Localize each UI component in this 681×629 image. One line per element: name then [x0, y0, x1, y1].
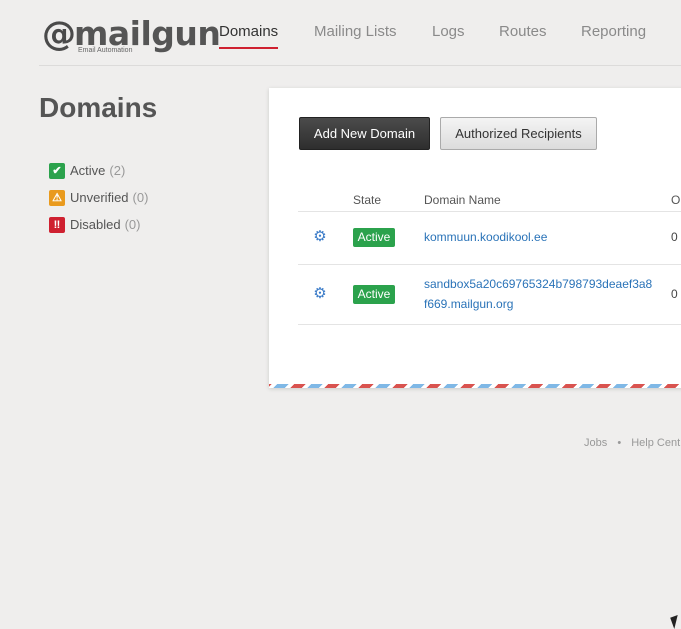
- table-header-divider: [298, 211, 681, 212]
- row-divider: [298, 264, 681, 265]
- filter-active-text: Active (2): [70, 162, 125, 180]
- column-header-state[interactable]: State: [353, 193, 381, 207]
- authorized-recipients-button[interactable]: Authorized Recipients: [440, 117, 597, 150]
- gear-icon[interactable]: ⚙: [312, 286, 328, 302]
- filter-active-label: Active: [70, 163, 106, 178]
- footer-help-link[interactable]: Help Cent: [631, 437, 680, 449]
- filter-unverified-label: Unverified: [70, 190, 129, 205]
- filter-disabled-label: Disabled: [70, 217, 121, 232]
- logo-at-sign: @: [42, 14, 76, 54]
- nav-active-underline: [219, 47, 279, 49]
- column-header-other[interactable]: Ou: [671, 193, 681, 207]
- nav-logs-label: Logs: [432, 23, 465, 40]
- status-badge: Active: [353, 228, 395, 247]
- airmail-border: [269, 384, 681, 388]
- exclamation-icon: ‼: [49, 217, 65, 233]
- nav-logs[interactable]: Logs: [432, 22, 465, 42]
- row-value: 0: [671, 287, 678, 301]
- nav-mailing-lists[interactable]: Mailing Lists: [314, 22, 397, 42]
- nav-reporting[interactable]: Reporting: [581, 22, 646, 42]
- add-new-domain-button[interactable]: Add New Domain: [299, 117, 430, 150]
- footer-links: Jobs • Help Cent: [584, 437, 680, 449]
- filter-disabled-count: (0): [124, 217, 141, 232]
- domain-link[interactable]: sandbox5a20c69765324b798793deaef3a8f669.…: [424, 274, 654, 314]
- footer-jobs-link[interactable]: Jobs: [584, 437, 607, 449]
- filter-active-count: (2): [109, 163, 126, 178]
- page-title: Domains: [39, 92, 158, 123]
- warning-icon: ⚠: [49, 190, 65, 206]
- nav-domains[interactable]: Domains: [219, 22, 279, 49]
- nav-routes-label: Routes: [499, 23, 547, 40]
- filter-unverified-count: (0): [132, 190, 149, 205]
- header-divider: [39, 65, 681, 66]
- status-badge: Active: [353, 285, 395, 304]
- domain-link[interactable]: kommuun.koodikool.ee: [424, 227, 654, 247]
- logo-tagline: Email Automation: [78, 47, 133, 54]
- nav-routes[interactable]: Routes: [499, 22, 547, 42]
- column-header-domain-name[interactable]: Domain Name: [424, 193, 501, 207]
- nav-domains-label: Domains: [219, 23, 279, 40]
- domains-card: Add New Domain Authorized Recipients Sta…: [269, 88, 681, 388]
- row-value: 0: [671, 230, 678, 244]
- gear-icon[interactable]: ⚙: [312, 229, 328, 245]
- filter-disabled-text: Disabled (0): [70, 216, 140, 234]
- row-divider: [298, 324, 681, 325]
- filter-unverified-text: Unverified (0): [70, 189, 148, 207]
- nav-reporting-label: Reporting: [581, 23, 647, 40]
- footer-separator: •: [617, 437, 622, 449]
- nav-mailing-lists-label: Mailing Lists: [314, 23, 397, 40]
- check-icon: ✔: [49, 163, 65, 179]
